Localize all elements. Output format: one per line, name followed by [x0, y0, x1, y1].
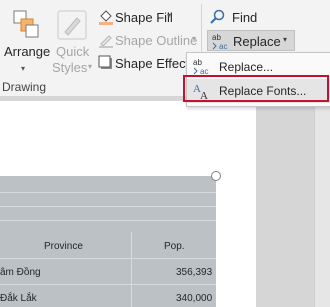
arrange-button[interactable]: Arrange ▾	[0, 6, 50, 78]
shape-fill-label: Shape Fill	[115, 10, 173, 25]
resize-handle[interactable]	[211, 171, 221, 181]
table-cell-pop: 340,000	[176, 293, 213, 304]
table-cell-province: Đắk Lắk	[0, 293, 37, 304]
shape-effects-icon	[98, 55, 114, 71]
styles-label: Styles	[52, 60, 88, 75]
svg-text:ac: ac	[219, 42, 227, 50]
replace-icon: ab ac	[211, 32, 231, 50]
svg-text:ab: ab	[193, 58, 202, 67]
menu-item-label: Replace...	[219, 60, 274, 74]
replace-icon: ab ac	[192, 57, 212, 76]
shape-outline-label: Shape Outline	[115, 33, 198, 48]
table-col-divider	[131, 232, 132, 307]
shape-outline-button[interactable]: Shape Outline ▾	[96, 31, 200, 50]
table[interactable]: Province Pop. âm Đồng 356,393 Đắk Lắk 34…	[0, 176, 216, 307]
replace-label: Replace	[233, 34, 281, 49]
chevron-down-icon: ▾	[21, 64, 26, 73]
paint-bucket-icon	[98, 9, 114, 25]
table-cell-province: âm Đồng	[0, 267, 41, 278]
quick-label: Quick	[56, 44, 90, 59]
table-header-province: Province	[44, 241, 83, 252]
shape-fill-button[interactable]: Shape Fill ▾	[96, 8, 176, 27]
chevron-down-icon: ▾	[167, 11, 172, 20]
table-row-divider	[0, 220, 216, 221]
shape-effects-label: Shape Effects	[115, 56, 196, 71]
table-row-divider	[0, 206, 216, 207]
chevron-down-icon: ▾	[88, 62, 93, 71]
table-row-divider	[0, 284, 216, 285]
table-row-divider	[0, 258, 216, 259]
find-button[interactable]: Find	[208, 7, 268, 26]
table-header-pop: Pop.	[164, 241, 185, 252]
replace-button[interactable]: ab ac Replace ▾	[207, 30, 295, 51]
table-cell-pop: 356,393	[176, 267, 213, 278]
pencil-icon	[98, 32, 114, 48]
drawing-group-label: Drawing	[2, 80, 47, 94]
chevron-down-icon[interactable]: ▾	[283, 35, 287, 44]
find-label: Find	[232, 10, 258, 25]
arrange-icon	[13, 10, 39, 38]
shape-effects-button[interactable]: Shape Effects	[96, 54, 196, 73]
chevron-down-icon: ▾	[192, 34, 197, 43]
svg-text:ab: ab	[212, 33, 221, 42]
vertical-scrollbar[interactable]	[314, 97, 330, 307]
quick-styles-icon	[57, 10, 87, 40]
arrange-label: Arrange	[4, 44, 51, 59]
highlight-box	[183, 75, 329, 102]
quick-styles-button[interactable]: Quick Styles ▾	[51, 6, 95, 78]
table-row-divider	[0, 192, 216, 193]
find-icon	[210, 9, 225, 24]
